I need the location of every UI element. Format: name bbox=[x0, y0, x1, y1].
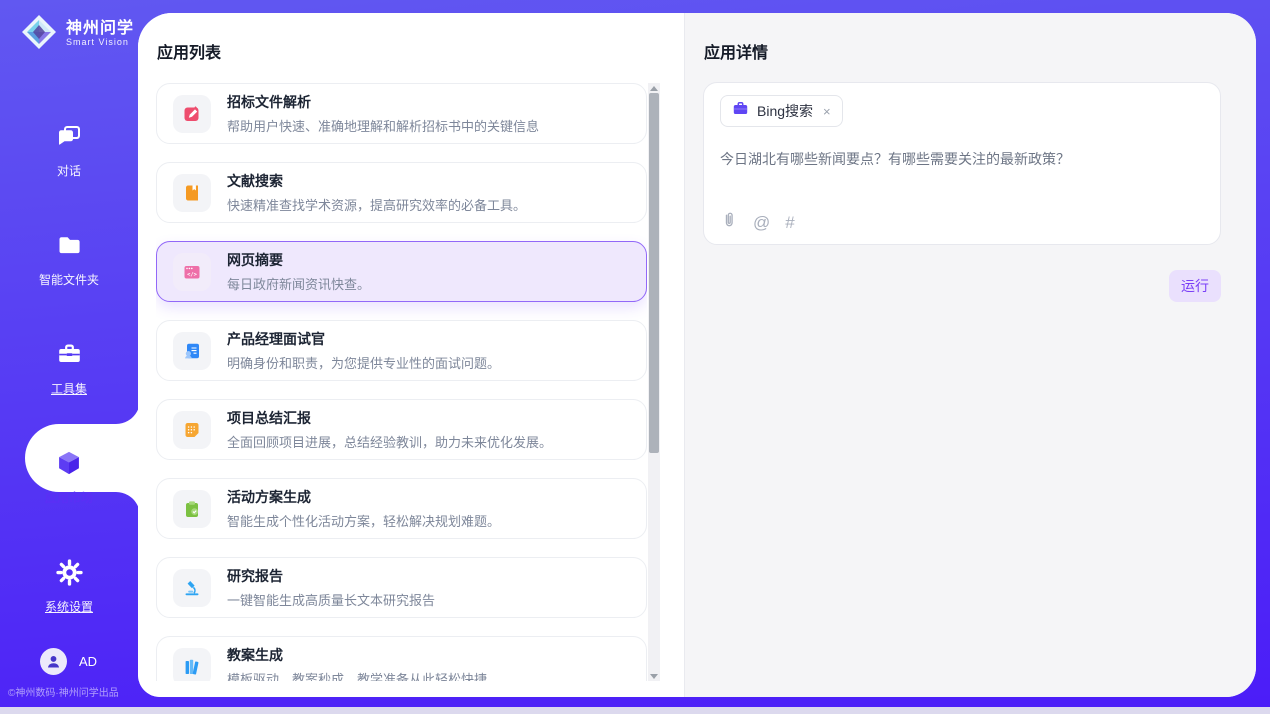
sidebar-item-toolbox[interactable]: 工具集 bbox=[0, 314, 138, 423]
brand-subtitle: Smart Vision bbox=[66, 38, 134, 47]
user-initials: AD bbox=[79, 654, 97, 669]
note-icon bbox=[182, 420, 202, 440]
app-card-desc: 帮助用户快速、准确地理解和解析招标书中的关键信息 bbox=[227, 116, 539, 135]
query-text[interactable]: 今日湖北有哪些新闻要点？有哪些需要关注的最新政策？ bbox=[720, 149, 1204, 170]
app-detail-title: 应用详情 bbox=[704, 39, 768, 63]
avatar[interactable] bbox=[40, 648, 67, 675]
tool-tag-bing-search[interactable]: Bing搜索 × bbox=[720, 95, 843, 127]
edit-square-icon bbox=[182, 104, 202, 124]
app-card[interactable]: 教案生成 模板驱动，教案秒成，教学准备从此轻松快捷 bbox=[156, 636, 647, 681]
paperclip-icon bbox=[720, 211, 738, 229]
app-card[interactable]: 产品经理面试官 明确身份和职责，为您提供专业性的面试问题。 bbox=[156, 320, 647, 381]
app-list-panel: 应用列表 招标文件解析 帮助用户快速、准确地理解和解析招标书中的关键信息 文献搜… bbox=[138, 13, 684, 697]
app-card-title: 文献搜索 bbox=[227, 171, 526, 191]
sidebar-item-chat[interactable]: 对话 bbox=[0, 96, 138, 205]
sidebar: 神州问学 Smart Vision 对话 智能文件夹 工具集 应用市场 bbox=[0, 0, 138, 707]
folder-icon bbox=[56, 232, 83, 259]
tag-close-icon[interactable]: × bbox=[823, 104, 831, 119]
copyright-footer: ©神州数码·神州问学出品 bbox=[8, 684, 138, 699]
microscope-icon bbox=[182, 578, 202, 598]
composer-toolbar: @ # bbox=[720, 211, 795, 234]
app-card-title: 活动方案生成 bbox=[227, 487, 500, 507]
app-card[interactable]: 活动方案生成 智能生成个性化活动方案，轻松解决规划难题。 bbox=[156, 478, 647, 539]
prompt-card[interactable]: Bing搜索 × 今日湖北有哪些新闻要点？有哪些需要关注的最新政策？ @ # bbox=[703, 82, 1221, 245]
scrollbar[interactable] bbox=[648, 83, 660, 681]
diamond-logo-slot bbox=[20, 13, 58, 56]
app-card[interactable]: 研究报告 一键智能生成高质量长文本研究报告 bbox=[156, 557, 647, 618]
diamond-logo-icon bbox=[20, 13, 58, 51]
tool-tag-label: Bing搜索 bbox=[757, 101, 813, 121]
app-card-title: 教案生成 bbox=[227, 645, 487, 665]
app-card[interactable]: </> 网页摘要 每日政府新闻资讯快查。 bbox=[156, 241, 647, 302]
app-card-title: 项目总结汇报 bbox=[227, 408, 552, 428]
resume-icon bbox=[182, 341, 202, 361]
app-card[interactable]: 文献搜索 快速精准查找学术资源，提高研究效率的必备工具。 bbox=[156, 162, 647, 223]
app-card-desc: 全面回顾项目进展，总结经验教训，助力未来优化发展。 bbox=[227, 432, 552, 451]
mention-icon[interactable]: @ bbox=[753, 214, 770, 231]
paperclip-icon-slot[interactable] bbox=[720, 211, 738, 234]
app-card-desc: 智能生成个性化活动方案，轻松解决规划难题。 bbox=[227, 511, 500, 530]
app-card[interactable]: 项目总结汇报 全面回顾项目进展，总结经验教训，助力未来优化发展。 bbox=[156, 399, 647, 460]
app-list: 招标文件解析 帮助用户快速、准确地理解和解析招标书中的关键信息 文献搜索 快速精… bbox=[156, 83, 647, 681]
app-list-title: 应用列表 bbox=[157, 39, 221, 63]
app-card-title: 研究报告 bbox=[227, 566, 435, 586]
app-card[interactable]: 招标文件解析 帮助用户快速、准确地理解和解析招标书中的关键信息 bbox=[156, 83, 647, 144]
toolbox-icon bbox=[56, 341, 83, 368]
svg-text:</>: </> bbox=[187, 271, 197, 277]
app-detail-panel: 应用详情 Bing搜索 × 今日湖北有哪些新闻要点？有哪些需要关注的最新政策？ … bbox=[684, 13, 1256, 697]
briefcase-icon-slot bbox=[732, 100, 749, 122]
scroll-down-arrow-icon[interactable] bbox=[649, 671, 659, 681]
content-shell: 应用列表 招标文件解析 帮助用户快速、准确地理解和解析招标书中的关键信息 文献搜… bbox=[138, 13, 1256, 697]
scrollbar-thumb[interactable] bbox=[649, 93, 659, 453]
brand-name: 神州问学 bbox=[66, 21, 134, 38]
window-bottom-strip bbox=[0, 707, 1270, 714]
sidebar-item-gear[interactable]: 系统设置 bbox=[0, 532, 138, 641]
clipboard-check-icon bbox=[182, 499, 202, 519]
scroll-up-arrow-icon[interactable] bbox=[649, 83, 659, 93]
sidebar-item-cube[interactable]: 应用市场 bbox=[0, 423, 138, 532]
brand-logo: 神州问学 Smart Vision bbox=[20, 13, 134, 56]
app-card-desc: 快速精准查找学术资源，提高研究效率的必备工具。 bbox=[227, 195, 526, 214]
run-button[interactable]: 运行 bbox=[1169, 270, 1221, 302]
book-icon bbox=[182, 183, 202, 203]
cube-icon bbox=[55, 449, 83, 477]
app-card-desc: 一键智能生成高质量长文本研究报告 bbox=[227, 590, 435, 609]
sidebar-nav: 对话 智能文件夹 工具集 应用市场 系统设置 bbox=[0, 96, 138, 641]
app-card-desc: 明确身份和职责，为您提供专业性的面试问题。 bbox=[227, 353, 500, 372]
topic-icon[interactable]: # bbox=[785, 214, 794, 231]
app-card-title: 产品经理面试官 bbox=[227, 329, 500, 349]
app-card-desc: 模板驱动，教案秒成，教学准备从此轻松快捷 bbox=[227, 669, 487, 681]
gear-icon bbox=[56, 559, 83, 586]
browser-code-icon: </> bbox=[182, 262, 202, 282]
app-card-desc: 每日政府新闻资讯快查。 bbox=[227, 274, 370, 293]
person-icon bbox=[45, 653, 62, 670]
briefcase-icon bbox=[732, 100, 749, 117]
books-icon bbox=[182, 657, 202, 677]
user-row[interactable]: AD bbox=[40, 648, 97, 675]
app-window: 神州问学 Smart Vision 对话 智能文件夹 工具集 应用市场 bbox=[0, 0, 1270, 714]
chat-icon bbox=[56, 123, 83, 150]
sidebar-item-folder[interactable]: 智能文件夹 bbox=[0, 205, 138, 314]
app-card-title: 网页摘要 bbox=[227, 250, 370, 270]
app-card-title: 招标文件解析 bbox=[227, 92, 539, 112]
